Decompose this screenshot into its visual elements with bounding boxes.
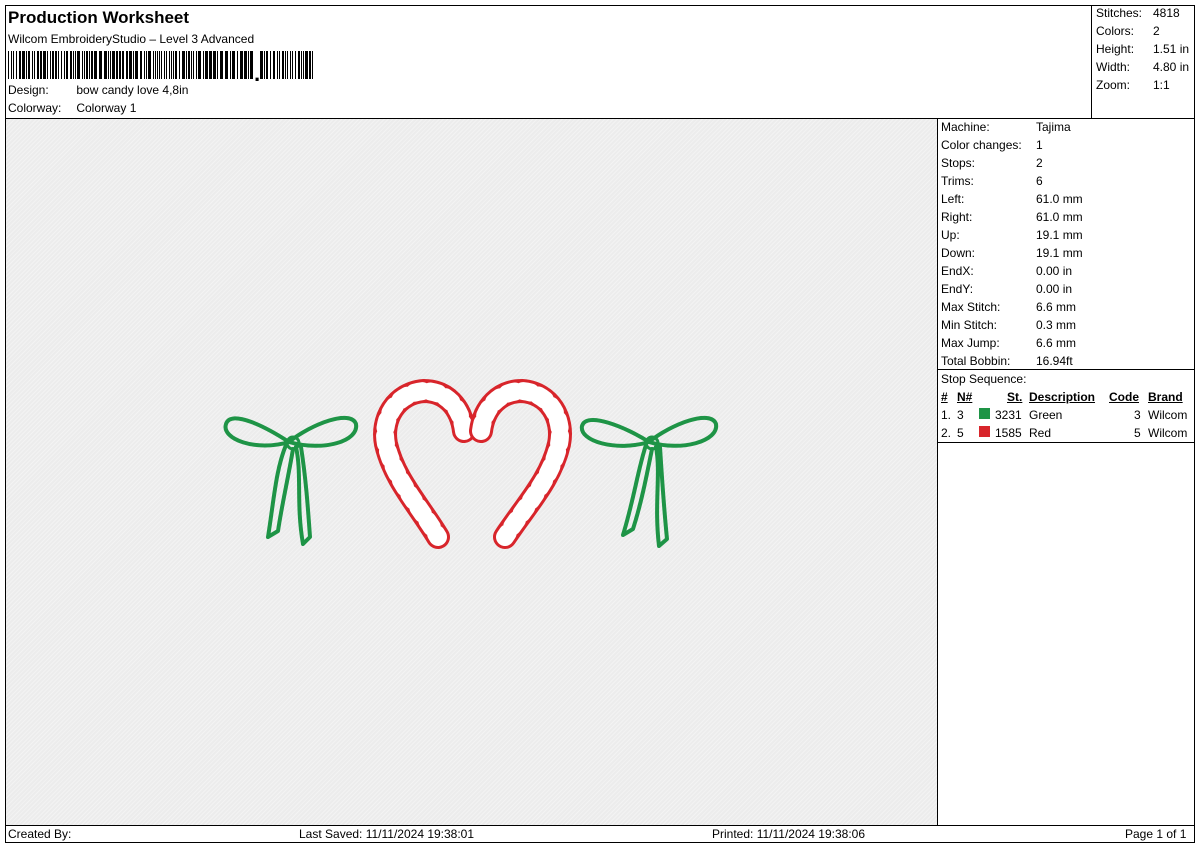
right-candy-cane <box>469 378 572 549</box>
design-summary: Stitches: 4818 Colors: 2 Height: 1.51 in Wi… <box>1091 5 1195 118</box>
info-row: Color changes: 1 <box>941 138 1043 152</box>
panel-divider <box>937 118 938 825</box>
summary-row: Width: 4.80 in <box>1096 60 1190 74</box>
info-row: EndY: 0.00 in <box>941 282 1073 296</box>
printed-date: Printed: 11/11/2024 19:38:06 <box>712 827 866 841</box>
info-row: EndX: 0.00 in <box>941 264 1073 278</box>
color-swatch-red <box>979 426 990 437</box>
info-row: Max Jump: 6.6 mm <box>941 336 1077 350</box>
left-candy-cane <box>373 378 476 549</box>
info-row: Left: 61.0 mm <box>941 192 1083 206</box>
worksheet-footer: Created By: Last Saved: 11/11/2024 19:38… <box>5 825 1195 843</box>
stop-table-bottom <box>938 442 1194 443</box>
summary-row: Height: 1.51 in <box>1096 42 1190 56</box>
stop-sequence-title: Stop Sequence: <box>941 372 1027 386</box>
worksheet-header: Production Worksheet Wilcom EmbroiderySt… <box>5 5 1091 118</box>
info-row: Min Stitch: 0.3 mm <box>941 318 1077 332</box>
col-header-st: St. <box>1007 390 1023 404</box>
right-bow <box>579 415 719 548</box>
summary-row: Colors: 2 <box>1096 24 1160 38</box>
col-header-code: Code <box>1109 390 1139 404</box>
colorway-value: Colorway 1 <box>76 101 137 115</box>
colorway-row: Colorway: Colorway 1 <box>8 101 136 115</box>
created-by: Created By: <box>8 827 72 841</box>
embroidery-design <box>223 378 719 549</box>
software-subtitle: Wilcom EmbroideryStudio – Level 3 Advanc… <box>8 32 255 46</box>
page-number: Page 1 of 1 <box>1125 827 1187 841</box>
info-row: Stops: 2 <box>941 156 1043 170</box>
design-preview-canvas <box>6 119 937 825</box>
last-saved: Last Saved: 11/11/2024 19:38:01 <box>299 827 475 841</box>
design-value: bow candy love 4,8in <box>76 83 189 97</box>
page-title: Production Worksheet <box>8 8 190 27</box>
info-row: Max Stitch: 6.6 mm <box>941 300 1077 314</box>
color-swatch-green <box>979 408 990 419</box>
col-header-n: N# <box>957 390 973 404</box>
design-label: Design: <box>8 83 49 97</box>
colorway-label: Colorway: <box>8 101 62 115</box>
info-row: Trims: 6 <box>941 174 1043 188</box>
info-row: Up: 19.1 mm <box>941 228 1083 242</box>
stop-divider <box>938 369 1194 370</box>
col-header-description: Description <box>1029 390 1096 404</box>
col-header-num: # <box>941 390 948 404</box>
col-header-brand: Brand <box>1148 390 1183 404</box>
info-row: Right: 61.0 mm <box>941 210 1083 224</box>
info-row: Down: 19.1 mm <box>941 246 1083 260</box>
info-row: Total Bobbin: 16.94ft <box>941 354 1073 368</box>
svg-text:,: , <box>254 61 260 81</box>
info-row: Machine: Tajima <box>941 120 1071 134</box>
summary-row: Stitches: 4818 <box>1096 6 1180 20</box>
barcode: , <box>8 51 313 81</box>
summary-row: Zoom: 1:1 <box>1096 78 1170 92</box>
left-bow <box>223 415 359 546</box>
design-row: Design: bow candy love 4,8in <box>8 83 188 97</box>
